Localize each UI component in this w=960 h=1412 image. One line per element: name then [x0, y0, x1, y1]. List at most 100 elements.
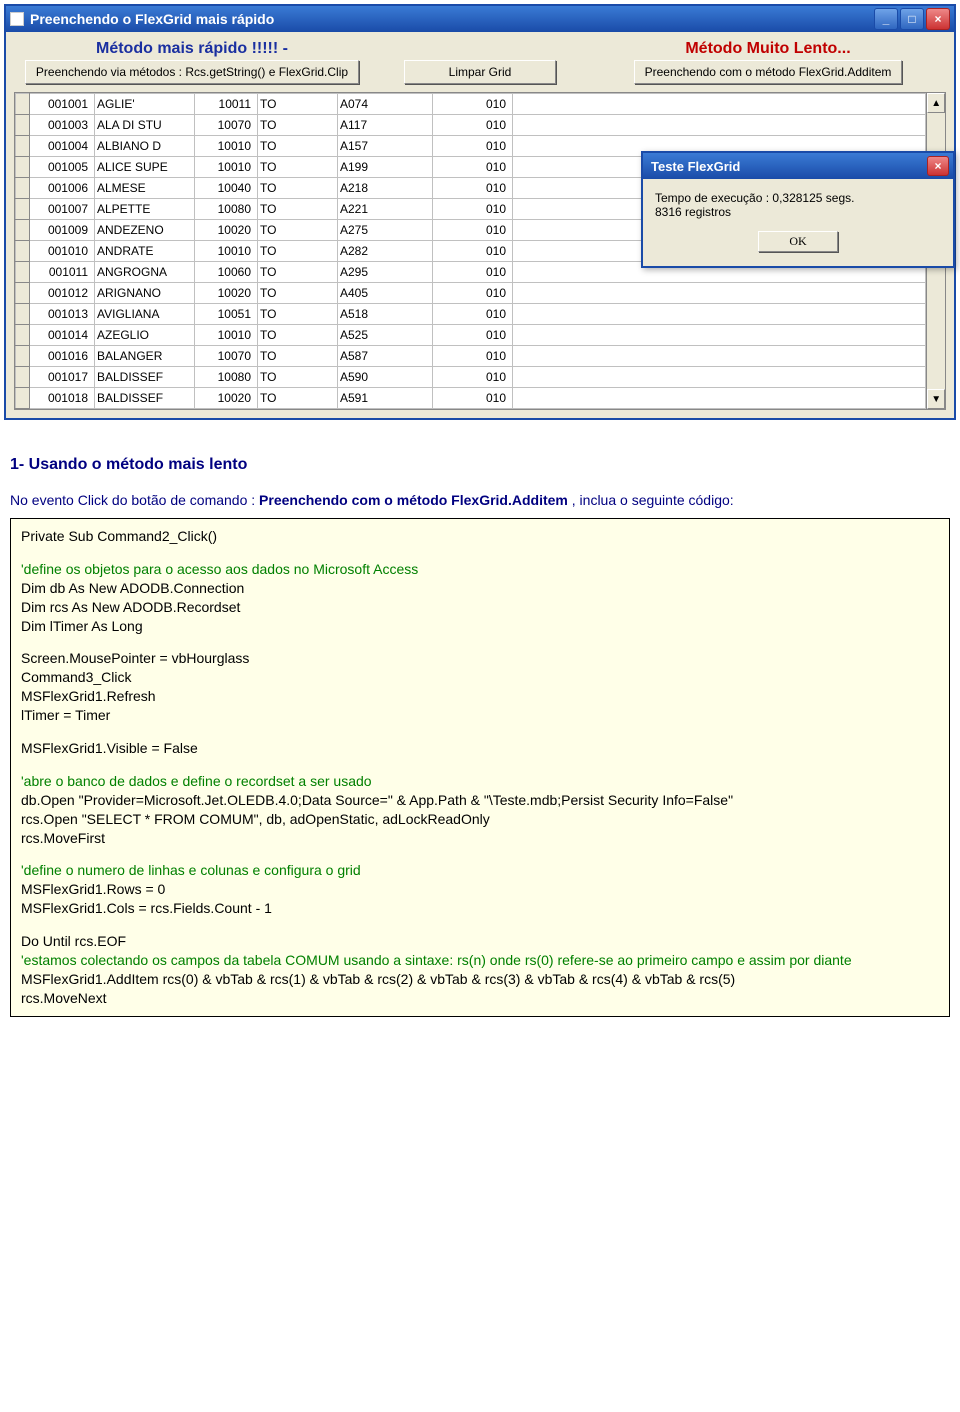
cell-c3: 10020	[195, 283, 258, 304]
code-box: Private Sub Command2_Click() 'define os …	[10, 518, 950, 1017]
cell-c4: TO	[258, 367, 338, 388]
slow-method-button[interactable]: Preenchendo com o método FlexGrid.Addite…	[634, 60, 903, 84]
cell-rest	[513, 304, 926, 325]
cell-c2: AVIGLIANA	[95, 304, 195, 325]
table-row[interactable]: 001001AGLIE'10011TOA074010	[16, 94, 926, 115]
code-line: MSFlexGrid1.Refresh	[21, 688, 156, 704]
cell-c4: TO	[258, 115, 338, 136]
code-line: rcs.Open "SELECT * FROM COMUM", db, adOp…	[21, 811, 490, 827]
row-selector[interactable]	[16, 325, 30, 346]
cell-c4: TO	[258, 157, 338, 178]
cell-c2: BALANGER	[95, 346, 195, 367]
cell-c4: TO	[258, 283, 338, 304]
row-selector[interactable]	[16, 388, 30, 409]
cell-c3: 10010	[195, 241, 258, 262]
table-row[interactable]: 001013AVIGLIANA10051TOA518010	[16, 304, 926, 325]
cell-c1: 001001	[30, 94, 95, 115]
table-row[interactable]: 001003ALA DI STU10070TOA117010	[16, 115, 926, 136]
cell-c4: TO	[258, 388, 338, 409]
app-icon	[10, 12, 24, 26]
cell-c2: ALPETTE	[95, 199, 195, 220]
scroll-down-icon[interactable]: ▼	[927, 389, 945, 409]
code-line: db.Open "Provider=Microsoft.Jet.OLEDB.4.…	[21, 792, 733, 808]
dialog-ok-button[interactable]: OK	[758, 231, 837, 252]
fast-method-title: Método mais rápido !!!!! -	[14, 40, 370, 58]
cell-rest	[513, 283, 926, 304]
article-section: 1- Usando o método mais lento No evento …	[0, 424, 960, 1027]
cell-c2: AZEGLIO	[95, 325, 195, 346]
table-row[interactable]: 001014AZEGLIO10010TOA525010	[16, 325, 926, 346]
cell-c5: A221	[338, 199, 433, 220]
cell-c6: 010	[433, 367, 513, 388]
cell-c4: TO	[258, 94, 338, 115]
code-line: lTimer = Timer	[21, 707, 110, 723]
cell-c2: BALDISSEF	[95, 388, 195, 409]
code-line: Do Until rcs.EOF	[21, 933, 126, 949]
cell-c1: 001006	[30, 178, 95, 199]
cell-c5: A117	[338, 115, 433, 136]
cell-c6: 010	[433, 304, 513, 325]
row-selector[interactable]	[16, 304, 30, 325]
row-selector[interactable]	[16, 178, 30, 199]
cell-c4: TO	[258, 178, 338, 199]
cell-c3: 10070	[195, 115, 258, 136]
dialog-title: Teste FlexGrid	[651, 159, 740, 174]
row-selector[interactable]	[16, 199, 30, 220]
table-row[interactable]: 001018BALDISSEF10020TOA591010	[16, 388, 926, 409]
cell-c5: A295	[338, 262, 433, 283]
cell-c2: ALMESE	[95, 178, 195, 199]
cell-c3: 10020	[195, 220, 258, 241]
cell-c3: 10060	[195, 262, 258, 283]
code-comment: 'define o numero de linhas e colunas e c…	[21, 862, 361, 878]
cell-c5: A074	[338, 94, 433, 115]
slow-method-title: Método Muito Lento...	[590, 40, 946, 58]
row-selector[interactable]	[16, 367, 30, 388]
dialog-line1: Tempo de execução : 0,328125 segs.	[655, 191, 941, 205]
row-selector[interactable]	[16, 283, 30, 304]
cell-c3: 10040	[195, 178, 258, 199]
cell-c1: 001004	[30, 136, 95, 157]
row-selector[interactable]	[16, 262, 30, 283]
row-selector[interactable]	[16, 94, 30, 115]
table-row[interactable]: 001012ARIGNANO10020TOA405010	[16, 283, 926, 304]
cell-c4: TO	[258, 262, 338, 283]
maximize-button[interactable]: □	[900, 8, 924, 30]
cell-rest	[513, 325, 926, 346]
code-comment: 'abre o banco de dados e define o record…	[21, 773, 372, 789]
cell-c2: ALICE SUPE	[95, 157, 195, 178]
scroll-up-icon[interactable]: ▲	[927, 93, 945, 113]
content-area: Método mais rápido !!!!! - Preenchendo v…	[6, 32, 954, 418]
cell-c3: 10010	[195, 157, 258, 178]
dialog-close-button[interactable]: ×	[927, 156, 949, 176]
cell-c1: 001014	[30, 325, 95, 346]
cell-c5: A275	[338, 220, 433, 241]
row-selector[interactable]	[16, 220, 30, 241]
cell-c5: A218	[338, 178, 433, 199]
code-line: Dim rcs As New ADODB.Recordset	[21, 599, 240, 615]
row-selector[interactable]	[16, 115, 30, 136]
cell-c4: TO	[258, 136, 338, 157]
cell-c2: ALBIANO D	[95, 136, 195, 157]
table-row[interactable]: 001016BALANGER10070TOA587010	[16, 346, 926, 367]
fast-method-button[interactable]: Preenchendo via métodos : Rcs.getString(…	[25, 60, 359, 84]
cell-rest	[513, 388, 926, 409]
cell-c2: BALDISSEF	[95, 367, 195, 388]
close-button[interactable]: ×	[926, 8, 950, 30]
table-row[interactable]: 001017BALDISSEF10080TOA590010	[16, 367, 926, 388]
row-selector[interactable]	[16, 157, 30, 178]
row-selector[interactable]	[16, 136, 30, 157]
cell-c1: 001013	[30, 304, 95, 325]
row-selector[interactable]	[16, 346, 30, 367]
clear-grid-button[interactable]: Limpar Grid	[404, 60, 556, 84]
cell-c5: A518	[338, 304, 433, 325]
minimize-button[interactable]: _	[874, 8, 898, 30]
code-line: Command3_Click	[21, 669, 131, 685]
cell-c6: 010	[433, 346, 513, 367]
row-selector[interactable]	[16, 241, 30, 262]
cell-c1: 001012	[30, 283, 95, 304]
cell-c4: TO	[258, 241, 338, 262]
cell-c1: 001017	[30, 367, 95, 388]
cell-c6: 010	[433, 157, 513, 178]
flexgrid[interactable]: 001001AGLIE'10011TOA074010001003ALA DI S…	[14, 92, 946, 410]
code-comment: 'estamos colectando os campos da tabela …	[21, 952, 852, 968]
